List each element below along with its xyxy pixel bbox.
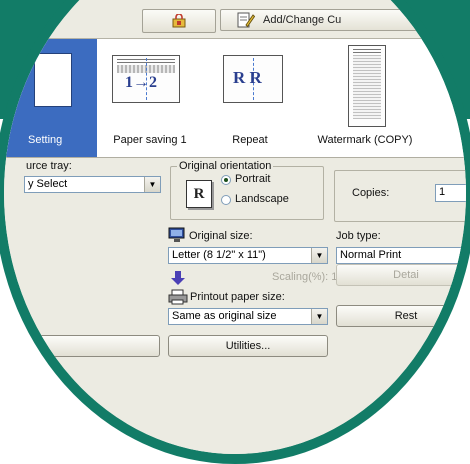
profile-setting[interactable]: Setting [4,39,97,157]
chevron-down-icon: ▼ [144,177,160,192]
copies-label: Copies: [352,187,390,199]
profile-label: Setting [28,134,63,146]
paper-saving-thumbnail: 1→2 [112,55,180,103]
restore-button[interactable]: Rest [336,305,466,327]
monitor-icon [168,227,185,242]
profile-repeat[interactable]: R R Repeat [205,39,295,157]
document-icon [34,53,72,107]
profile-list: Setting 1→2 Paper saving 1 R R Repeat Wa… [4,39,466,158]
toolbar: Add/Change Cu [4,0,466,39]
profile-paper-saving[interactable]: 1→2 Paper saving 1 [100,39,200,157]
landscape-radio[interactable] [221,195,231,205]
profile-label: Paper saving 1 [113,134,187,146]
add-change-label: Add/Change Cu [263,14,342,26]
orientation-group-title: Original orientation [177,160,274,172]
printer-icon [168,289,188,305]
add-change-custom-button[interactable]: Add/Change Cu [220,9,460,31]
portrait-radio[interactable] [221,175,231,185]
repeat-thumbnail: R R [223,55,283,103]
job-type-label: Job type: [336,230,381,242]
job-type-select[interactable]: Normal Print [336,247,466,264]
chevron-down-icon: ▼ [311,309,327,324]
original-size-label: Original size: [189,230,253,242]
magnified-view: Add/Change Cu Setting 1→2 Paper saving 1 [4,0,466,454]
left-bottom-button[interactable] [10,335,160,357]
utilities-button[interactable]: Utilities... [168,335,328,357]
original-size-select[interactable]: Letter (8 1/2" x 11") ▼ [168,247,328,264]
dialog-footer [4,394,466,454]
settings-panel: urce tray: y Select ▼ Original orientati… [4,158,466,394]
edit-document-icon [237,12,255,28]
landscape-label: Landscape [235,193,289,205]
profile-button[interactable] [142,9,216,33]
portrait-label: Portrait [235,173,271,185]
copies-input[interactable]: 1 [435,184,466,202]
printer-dialog: Add/Change Cu Setting 1→2 Paper saving 1 [4,0,466,454]
printout-size-label: Printout paper size: [190,291,285,303]
source-tray-label: urce tray: [26,160,72,172]
profile-label: Repeat [232,134,268,146]
source-tray-select[interactable]: y Select ▼ [24,176,161,193]
profile-watermark[interactable]: Watermark (COPY) [300,39,430,157]
arrow-down-icon [171,271,185,285]
profile-lock-icon [172,14,186,28]
watermark-thumbnail [348,45,386,127]
profile-label: Watermark (COPY) [317,134,413,146]
orientation-icon: R [186,180,212,208]
details-button[interactable]: Detai [336,264,466,286]
chevron-down-icon: ▼ [311,248,327,263]
printout-size-select[interactable]: Same as original size ▼ [168,308,328,325]
